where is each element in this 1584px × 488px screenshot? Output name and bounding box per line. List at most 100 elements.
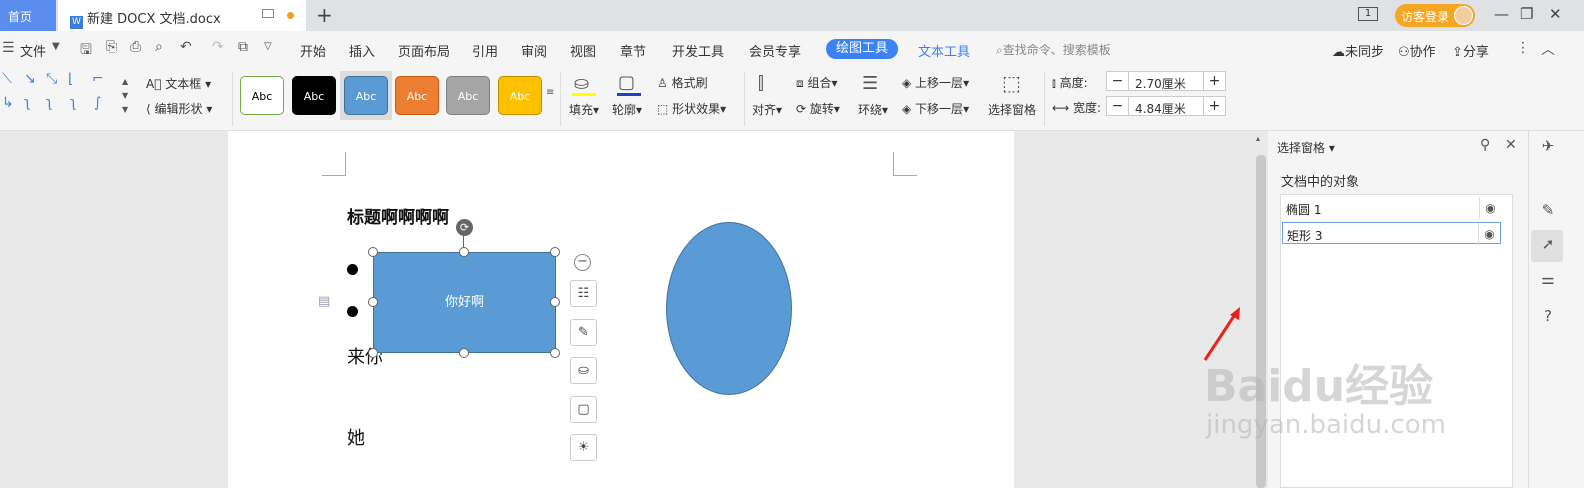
shape-effect-button[interactable]: ⬚ 形状效果▾ bbox=[657, 100, 726, 117]
selection-pane-button[interactable]: 选择窗格 bbox=[988, 101, 1036, 118]
tab-reference[interactable]: 引用 bbox=[472, 41, 498, 60]
share-button[interactable]: ⇪分享 bbox=[1452, 41, 1489, 60]
height-decrease-button[interactable]: − bbox=[1107, 72, 1129, 90]
curved-double-connector-icon[interactable]: ʅ bbox=[70, 95, 76, 111]
float-outline-icon[interactable]: ▢ bbox=[570, 396, 597, 423]
monitor-icon[interactable] bbox=[262, 9, 274, 18]
fill-button[interactable]: 填充▾ bbox=[569, 101, 599, 118]
rectangle-shape[interactable]: 你好啊 bbox=[373, 252, 556, 353]
elbow-arrow-connector-icon[interactable]: ⌐ bbox=[92, 71, 104, 87]
resize-handle-bl[interactable] bbox=[368, 348, 378, 358]
resize-handle-l[interactable] bbox=[368, 297, 378, 307]
sync-status[interactable]: ☁未同步 bbox=[1332, 41, 1384, 60]
chevron-down-icon[interactable]: ▼ bbox=[52, 41, 60, 52]
tab-drawing-tools[interactable]: 绘图工具 bbox=[826, 39, 898, 59]
scroll-down-icon[interactable]: ▼ bbox=[122, 91, 128, 100]
width-decrease-button[interactable]: − bbox=[1107, 97, 1129, 115]
close-window-icon[interactable]: ✕ bbox=[1549, 5, 1562, 23]
rotate-handle-icon[interactable]: ⟳ bbox=[456, 219, 473, 236]
home-tab[interactable]: 首页 bbox=[0, 0, 56, 31]
redo-icon[interactable]: ↷ bbox=[212, 39, 224, 55]
tab-view[interactable]: 视图 bbox=[570, 41, 596, 60]
tab-developer[interactable]: 开发工具 bbox=[672, 41, 724, 60]
eye-icon[interactable]: ◉ bbox=[1479, 197, 1501, 219]
float-fill-icon[interactable]: ⛀ bbox=[570, 357, 597, 384]
quick-access-dropdown-icon[interactable]: ▽ bbox=[264, 41, 272, 52]
fill-bucket-icon[interactable]: ⛀ bbox=[574, 73, 589, 94]
guest-login-button[interactable]: 访客登录 bbox=[1395, 4, 1475, 27]
eye-icon[interactable]: ◉ bbox=[1478, 223, 1500, 245]
rocket-icon[interactable]: ✈ bbox=[1537, 137, 1559, 159]
tab-member[interactable]: 会员专享 bbox=[749, 41, 801, 60]
float-effect-icon[interactable]: ☀ bbox=[570, 434, 597, 461]
more-styles-icon[interactable]: ≡ bbox=[546, 87, 554, 98]
save-icon[interactable]: 🖫 bbox=[80, 39, 92, 63]
wrap-icon[interactable]: ☰ bbox=[862, 73, 878, 94]
rectangle-text[interactable]: 你好啊 bbox=[445, 295, 484, 310]
height-value[interactable]: 2.70厘米 bbox=[1135, 75, 1186, 92]
align-button[interactable]: 对齐▾ bbox=[752, 101, 782, 118]
arrow-line-shape-icon[interactable]: ↘ bbox=[24, 71, 36, 87]
elbow-double-connector-icon[interactable]: ↳ bbox=[2, 95, 14, 111]
export-icon[interactable]: ⎘ bbox=[106, 39, 117, 55]
shape-style-pen-icon[interactable]: ✎ bbox=[570, 319, 597, 346]
resize-handle-br[interactable] bbox=[550, 348, 560, 358]
double-arrow-shape-icon[interactable]: ⤡ bbox=[46, 71, 57, 87]
new-tab-button[interactable]: + bbox=[316, 3, 333, 27]
line-shape-icon[interactable]: ⟍ bbox=[2, 71, 12, 87]
collapse-ribbon-icon[interactable]: ︿ bbox=[1541, 39, 1555, 59]
send-backward-button[interactable]: ◈ 下移一层▾ bbox=[902, 100, 969, 117]
width-value[interactable]: 4.84厘米 bbox=[1135, 100, 1186, 117]
textbox-button[interactable]: A⃞ 文本框 ▾ bbox=[146, 75, 211, 92]
pen-icon[interactable]: ✎ bbox=[1537, 201, 1559, 223]
shape-style-1[interactable]: Abc bbox=[240, 76, 284, 115]
file-menu[interactable]: 文件 bbox=[20, 41, 46, 60]
height-stepper[interactable]: − 2.70厘米 + bbox=[1106, 71, 1226, 91]
selection-pane-icon[interactable]: ⬚ bbox=[1002, 71, 1021, 95]
paragraph-layout-icon[interactable]: ▤ bbox=[318, 294, 330, 309]
undo-icon[interactable]: ↶ bbox=[180, 39, 192, 55]
tab-text-tools[interactable]: 文本工具 bbox=[918, 41, 970, 60]
copy-format-icon[interactable]: ⧉ bbox=[238, 39, 248, 55]
selection-pane-title[interactable]: 选择窗格 ▾ bbox=[1277, 139, 1335, 156]
layout-options-icon[interactable]: ☷ bbox=[570, 280, 597, 307]
curved-connector-icon[interactable]: ʅ bbox=[24, 95, 30, 111]
minimize-icon[interactable]: — bbox=[1494, 5, 1509, 23]
tab-chapter[interactable]: 章节 bbox=[620, 41, 646, 60]
bring-forward-button[interactable]: ◈ 上移一层▾ bbox=[902, 74, 969, 91]
scroll-up-icon[interactable]: ▲ bbox=[122, 77, 128, 86]
width-stepper[interactable]: − 4.84厘米 + bbox=[1106, 96, 1226, 116]
shape-style-4[interactable]: Abc bbox=[395, 76, 439, 115]
shape-style-3[interactable]: Abc bbox=[344, 76, 388, 115]
help-icon[interactable]: ? bbox=[1537, 307, 1559, 329]
document-heading[interactable]: 标题啊啊啊啊 bbox=[347, 203, 449, 228]
align-icon[interactable]: ⫿ bbox=[758, 73, 764, 94]
height-increase-button[interactable]: + bbox=[1203, 72, 1225, 90]
group-button[interactable]: ⧈ 组合▾ bbox=[796, 74, 838, 91]
elbow-connector-icon[interactable]: ⌊ bbox=[68, 71, 73, 87]
width-increase-button[interactable]: + bbox=[1203, 97, 1225, 115]
outline-button[interactable]: 轮廓▾ bbox=[612, 101, 642, 118]
edit-shape-button[interactable]: ⟨ 编辑形状 ▾ bbox=[146, 100, 212, 117]
wrap-button[interactable]: 环绕▾ bbox=[858, 101, 888, 118]
window-count-icon[interactable]: 1 bbox=[1358, 7, 1378, 21]
scroll-up-arrow-icon[interactable]: ▴ bbox=[1256, 134, 1260, 143]
resize-handle-t[interactable] bbox=[459, 247, 469, 257]
list-item[interactable]: 椭圆 1 ◉ bbox=[1282, 197, 1501, 219]
outline-icon[interactable]: ▢ bbox=[618, 72, 635, 93]
shape-style-6[interactable]: Abc bbox=[498, 76, 542, 115]
resize-handle-r[interactable] bbox=[550, 297, 560, 307]
tab-page-layout[interactable]: 页面布局 bbox=[398, 41, 450, 60]
maximize-icon[interactable]: ❐ bbox=[1520, 5, 1533, 23]
shape-style-5[interactable]: Abc bbox=[446, 76, 490, 115]
expand-shapes-icon[interactable]: ▼ bbox=[122, 105, 128, 114]
document-page[interactable] bbox=[228, 131, 1014, 488]
collaborate-button[interactable]: ⚇协作 bbox=[1398, 41, 1436, 60]
collapse-float-toolbar-icon[interactable]: − bbox=[574, 254, 591, 271]
tab-start[interactable]: 开始 bbox=[300, 41, 326, 60]
tab-review[interactable]: 审阅 bbox=[521, 41, 547, 60]
ellipse-shape[interactable] bbox=[666, 222, 792, 395]
resize-handle-b[interactable] bbox=[459, 348, 469, 358]
print-icon[interactable]: ⎙ bbox=[130, 39, 141, 55]
resize-handle-tr[interactable] bbox=[550, 247, 560, 257]
